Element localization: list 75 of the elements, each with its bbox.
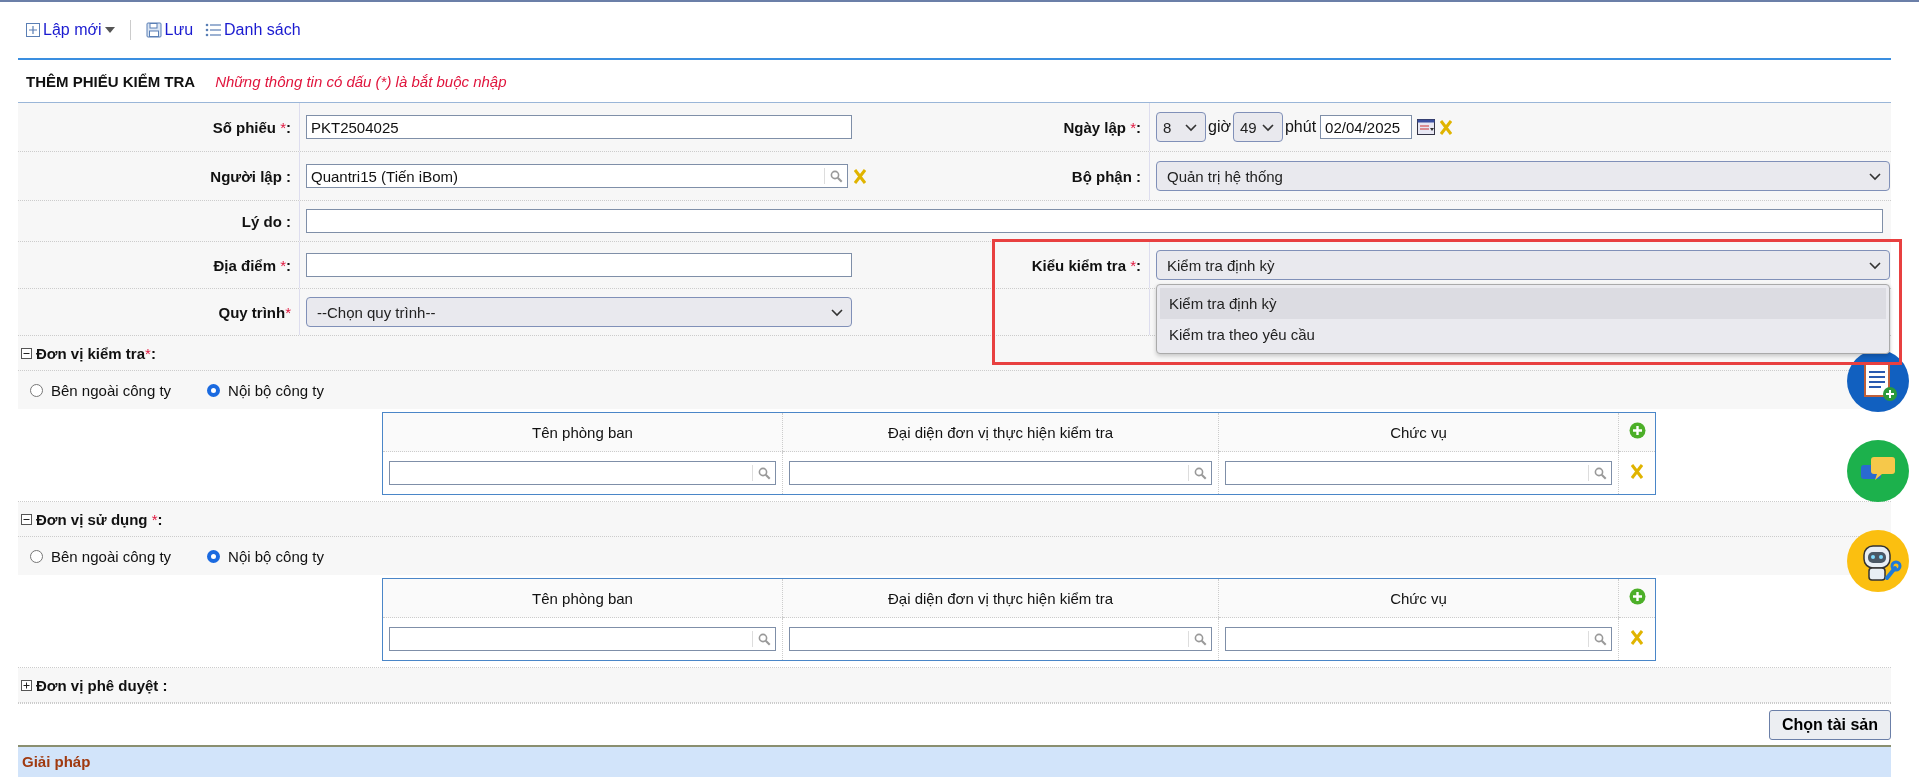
- text-field[interactable]: PKT2504025: [306, 115, 852, 139]
- select-dropdown[interactable]: --Chọn quy trình--: [306, 297, 852, 327]
- robot-wrench-icon[interactable]: [1847, 530, 1909, 592]
- list-icon: [205, 23, 222, 37]
- dropdown-option[interactable]: Kiểm tra theo yêu cầu: [1160, 319, 1886, 350]
- date-field[interactable]: 02/04/2025: [1320, 115, 1413, 139]
- search-icon[interactable]: [830, 169, 843, 183]
- search-icon[interactable]: [1194, 632, 1207, 646]
- column-header: Chức vụ: [1218, 578, 1619, 618]
- chevron-icon: [1261, 124, 1274, 132]
- column-header: Tên phòng ban: [382, 578, 783, 618]
- section-title: Giải pháp: [22, 753, 91, 770]
- field-label: Lý do :: [241, 212, 291, 230]
- delete-icon[interactable]: [1631, 630, 1643, 645]
- field-label: Địa điểm *:: [213, 256, 291, 274]
- delete-icon[interactable]: [1631, 464, 1643, 479]
- text-field[interactable]: [306, 209, 1883, 233]
- column-header: Tên phòng ban: [382, 412, 783, 452]
- column-header: Chức vụ: [1218, 412, 1619, 452]
- minute-unit: phút: [1284, 118, 1317, 136]
- lookup-field[interactable]: [389, 461, 776, 485]
- plus-square-icon: [26, 23, 40, 37]
- radio-option[interactable]: Bên ngoài công ty: [30, 547, 172, 565]
- minute-select[interactable]: 49: [1232, 112, 1283, 142]
- toolbar-link[interactable]: Lập mới: [26, 21, 115, 39]
- lookup-field[interactable]: [389, 627, 776, 651]
- lookup-field[interactable]: [789, 461, 1212, 485]
- expand-toggle-icon[interactable]: [21, 347, 32, 359]
- chevron-icon: [1185, 124, 1197, 132]
- document-add-icon[interactable]: [1847, 350, 1909, 412]
- field-label: Bộ phận :: [1071, 167, 1141, 185]
- dropdown-option[interactable]: Kiểm tra định kỳ: [1160, 288, 1886, 319]
- expand-toggle-icon[interactable]: [21, 679, 32, 691]
- toolbar-link[interactable]: Danh sách: [205, 21, 301, 39]
- field-label: Kiểu kiểm tra *:: [1031, 256, 1141, 274]
- toolbar-link[interactable]: Lưu: [145, 21, 194, 39]
- field-label: Số phiếu *:: [212, 118, 291, 136]
- radio-option[interactable]: Nội bộ công ty: [207, 547, 324, 565]
- section-title: Đơn vị sử dụng *:: [36, 510, 163, 528]
- lookup-field[interactable]: [789, 627, 1212, 651]
- search-icon[interactable]: [1594, 466, 1607, 480]
- lookup-field[interactable]: [1225, 627, 1612, 651]
- expand-toggle-icon[interactable]: [21, 513, 32, 525]
- search-icon[interactable]: [758, 466, 771, 480]
- section-title: Đơn vị phê duyệt :: [36, 676, 168, 694]
- chevron-icon: [831, 309, 843, 317]
- hour-select[interactable]: 8: [1156, 112, 1206, 142]
- field-label: Quy trình*: [218, 303, 291, 321]
- clear-icon[interactable]: [1440, 119, 1453, 135]
- clear-icon[interactable]: [854, 168, 866, 184]
- select-dropdown[interactable]: Kiểm tra định kỳ: [1156, 250, 1890, 280]
- radio-option[interactable]: Bên ngoài công ty: [30, 381, 172, 399]
- chevron-icon: [1869, 262, 1881, 270]
- select-assets-button[interactable]: Chọn tài sản: [1769, 709, 1891, 740]
- chat-bubbles-icon[interactable]: [1847, 440, 1909, 502]
- search-icon[interactable]: [1594, 632, 1607, 646]
- section-title: Đơn vị kiểm tra*:: [36, 344, 156, 362]
- field-label: Ngày lập *:: [1063, 118, 1141, 136]
- column-header: Đại diện đơn vị thực hiện kiểm tra: [782, 412, 1219, 452]
- required-note: Những thông tin có dấu (*) là bắt buộc nhập: [215, 72, 507, 90]
- lookup-field[interactable]: [1225, 461, 1612, 485]
- search-icon[interactable]: [1194, 466, 1207, 480]
- radio-option[interactable]: Nội bộ công ty: [207, 381, 324, 399]
- select-dropdown[interactable]: Quản trị hệ thống: [1156, 161, 1890, 191]
- calendar-icon[interactable]: [1417, 119, 1436, 135]
- search-icon[interactable]: [758, 632, 771, 646]
- hour-unit: giờ: [1208, 118, 1231, 136]
- column-header: Đại diện đơn vị thực hiện kiểm tra: [782, 578, 1219, 618]
- field-label: Người lập :: [210, 167, 291, 185]
- lookup-field[interactable]: Quantri15 (Tiến iBom): [306, 164, 848, 188]
- form-title: THÊM PHIẾU KIỂM TRA: [26, 72, 196, 90]
- chevron-icon: [1869, 173, 1881, 181]
- add-icon[interactable]: [1628, 422, 1646, 439]
- text-field[interactable]: [306, 253, 852, 277]
- add-icon[interactable]: [1628, 588, 1646, 605]
